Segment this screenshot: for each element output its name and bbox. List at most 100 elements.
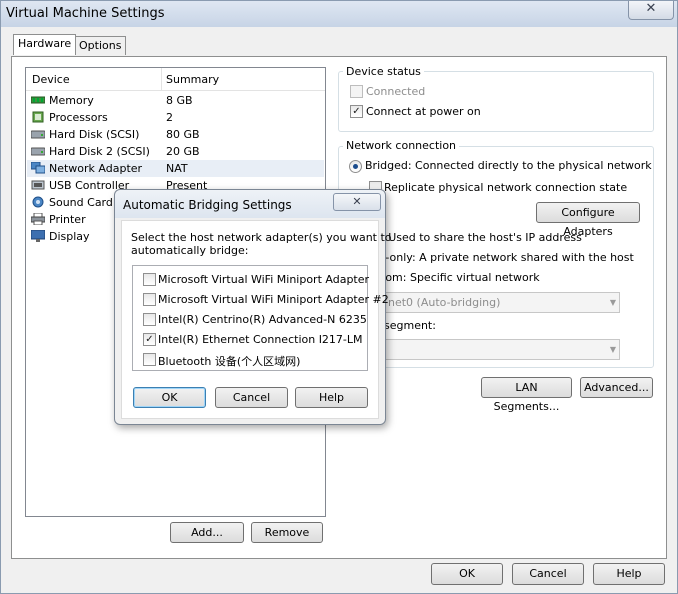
adapter-row[interactable]: Intel(R) Centrino(R) Advanced-N 6235: [133, 310, 367, 328]
chevron-down-icon: ▼: [609, 345, 616, 354]
lan-segment-label: segment:: [384, 319, 436, 332]
remove-device-button-label: Remove: [264, 526, 310, 539]
adapter-label: Microsoft Virtual WiFi Miniport Adapter …: [158, 293, 389, 306]
dialog-body: Select the host network adapter(s) you w…: [121, 220, 392, 419]
lan-segments-button[interactable]: LAN Segments...: [481, 377, 572, 413]
device-row[interactable]: Memory 8 GB: [27, 92, 324, 109]
device-list-header: Device Summary: [26, 68, 325, 91]
adapter-checkbox[interactable]: [143, 273, 156, 286]
chevron-down-icon: ▼: [609, 298, 616, 307]
network-adapter-icon: [30, 161, 46, 174]
sound-card-icon: [31, 196, 45, 208]
host-only-label: t-only: A private network shared with th…: [381, 251, 634, 264]
adapter-label: Intel(R) Centrino(R) Advanced-N 6235: [158, 313, 367, 326]
adapter-label: Bluetooth 设备(个人区域网): [158, 355, 301, 368]
bridged-label: Bridged: Connected directly to the physi…: [365, 159, 652, 172]
device-status-group: [338, 71, 654, 132]
cancel-label: Cancel: [529, 567, 567, 580]
ok-button[interactable]: OK: [431, 563, 503, 585]
ok-label: OK: [459, 567, 475, 580]
column-header-summary[interactable]: Summary: [166, 73, 219, 86]
title-bar: Virtual Machine Settings ✕: [1, 1, 677, 27]
window-close-button[interactable]: ✕: [628, 1, 674, 20]
bridged-radio[interactable]: [349, 160, 362, 173]
tab-options[interactable]: Options: [74, 36, 127, 55]
device-name: Printer: [49, 213, 86, 226]
help-button[interactable]: Help: [593, 563, 665, 585]
remove-device-button[interactable]: Remove: [251, 522, 323, 543]
adapter-checkbox[interactable]: [143, 353, 156, 366]
device-summary: 80 GB: [166, 128, 200, 141]
checkmark-icon: ✓: [145, 334, 154, 345]
device-row[interactable]: Hard Disk (SCSI) 80 GB: [27, 126, 324, 143]
dialog-ok-label: OK: [161, 391, 178, 404]
connected-checkbox[interactable]: [350, 85, 363, 98]
device-name: Processors: [49, 111, 108, 124]
device-row[interactable]: Network Adapter NAT: [27, 160, 324, 177]
adapter-checkbox[interactable]: ✓: [143, 333, 156, 346]
adapter-row[interactable]: Bluetooth 设备(个人区域网): [133, 350, 367, 368]
column-header-device[interactable]: Device: [32, 73, 70, 86]
adapter-row[interactable]: Microsoft Virtual WiFi Miniport Adapter: [133, 270, 370, 288]
dialog-help-button[interactable]: Help: [295, 387, 368, 408]
dialog-cancel-button[interactable]: Cancel: [215, 387, 288, 408]
nat-label: : Used to share the host's IP address: [381, 231, 582, 244]
help-label: Help: [616, 567, 642, 580]
device-summary: 20 GB: [166, 145, 200, 158]
network-connection-title: Network connection: [343, 139, 460, 152]
adapter-list: Microsoft Virtual WiFi Miniport Adapter M…: [132, 265, 389, 371]
checkmark-icon: ✓: [352, 106, 361, 117]
dialog-title-bar: Automatic Bridging Settings ✕: [115, 190, 385, 218]
connect-at-power-on-checkbox[interactable]: ✓: [350, 105, 363, 118]
tab-hardware-label: Hardware: [18, 37, 72, 50]
hard-disk-icon: [30, 128, 46, 140]
device-name: Network Adapter: [49, 162, 143, 175]
custom-label: tom: Specific virtual network: [381, 271, 540, 284]
advanced-label: Advanced...: [584, 381, 649, 394]
hard-disk-icon: [30, 145, 46, 157]
adapter-row[interactable]: ✓ Intel(R) Ethernet Connection I217-LM: [133, 330, 367, 348]
device-name: Sound Card: [49, 196, 113, 209]
device-summary: 8 GB: [166, 94, 193, 107]
add-device-button[interactable]: Add...: [170, 522, 244, 543]
lan-segments-label: LAN Segments...: [493, 381, 560, 413]
dialog-ok-button[interactable]: OK: [133, 387, 206, 408]
add-device-button-label: Add...: [191, 526, 223, 539]
processor-icon: [31, 111, 45, 123]
automatic-bridging-dialog: Automatic Bridging Settings ✕ Select the…: [114, 189, 392, 425]
custom-network-value: net0 (Auto-bridging): [388, 296, 501, 309]
adapter-checkbox[interactable]: [143, 293, 156, 306]
device-summary: NAT: [166, 162, 188, 175]
adapter-row[interactable]: Microsoft Virtual WiFi Miniport Adapter …: [133, 290, 389, 308]
tab-hardware[interactable]: Hardware: [13, 34, 77, 55]
connected-label: Connected: [366, 85, 426, 98]
column-divider[interactable]: [161, 68, 162, 90]
display-icon: [30, 229, 46, 242]
adapter-checkbox[interactable]: [143, 313, 156, 326]
radio-selected-dot: [353, 164, 358, 169]
connect-at-power-on-label: Connect at power on: [366, 105, 481, 118]
tab-options-label: Options: [79, 39, 122, 52]
adapter-label: Microsoft Virtual WiFi Miniport Adapter: [158, 273, 370, 286]
close-icon: ✕: [645, 1, 657, 16]
device-summary: 2: [166, 111, 173, 124]
usb-icon: [31, 179, 45, 191]
dialog-cancel-label: Cancel: [232, 391, 271, 404]
device-status-title: Device status: [343, 65, 424, 78]
dialog-help-label: Help: [318, 391, 345, 404]
lan-segment-select[interactable]: ▼: [383, 339, 620, 360]
dialog-instruction-line2: automatically bridge:: [131, 244, 249, 257]
device-name: Display: [49, 230, 90, 243]
dialog-title: Automatic Bridging Settings: [123, 198, 292, 212]
cancel-button[interactable]: Cancel: [512, 563, 584, 585]
advanced-button[interactable]: Advanced...: [580, 377, 653, 398]
dialog-instruction-line1: Select the host network adapter(s) you w…: [131, 231, 392, 244]
device-row[interactable]: Hard Disk 2 (SCSI) 20 GB: [27, 143, 324, 160]
replicate-state-label: Replicate physical network connection st…: [384, 181, 628, 194]
custom-network-select[interactable]: net0 (Auto-bridging) ▼: [383, 292, 620, 313]
dialog-close-button[interactable]: ✕: [333, 193, 381, 211]
adapter-label: Intel(R) Ethernet Connection I217-LM: [158, 333, 363, 346]
printer-icon: [30, 212, 46, 226]
configure-adapters-button[interactable]: Configure Adapters: [536, 202, 640, 238]
device-row[interactable]: Processors 2: [27, 109, 324, 126]
